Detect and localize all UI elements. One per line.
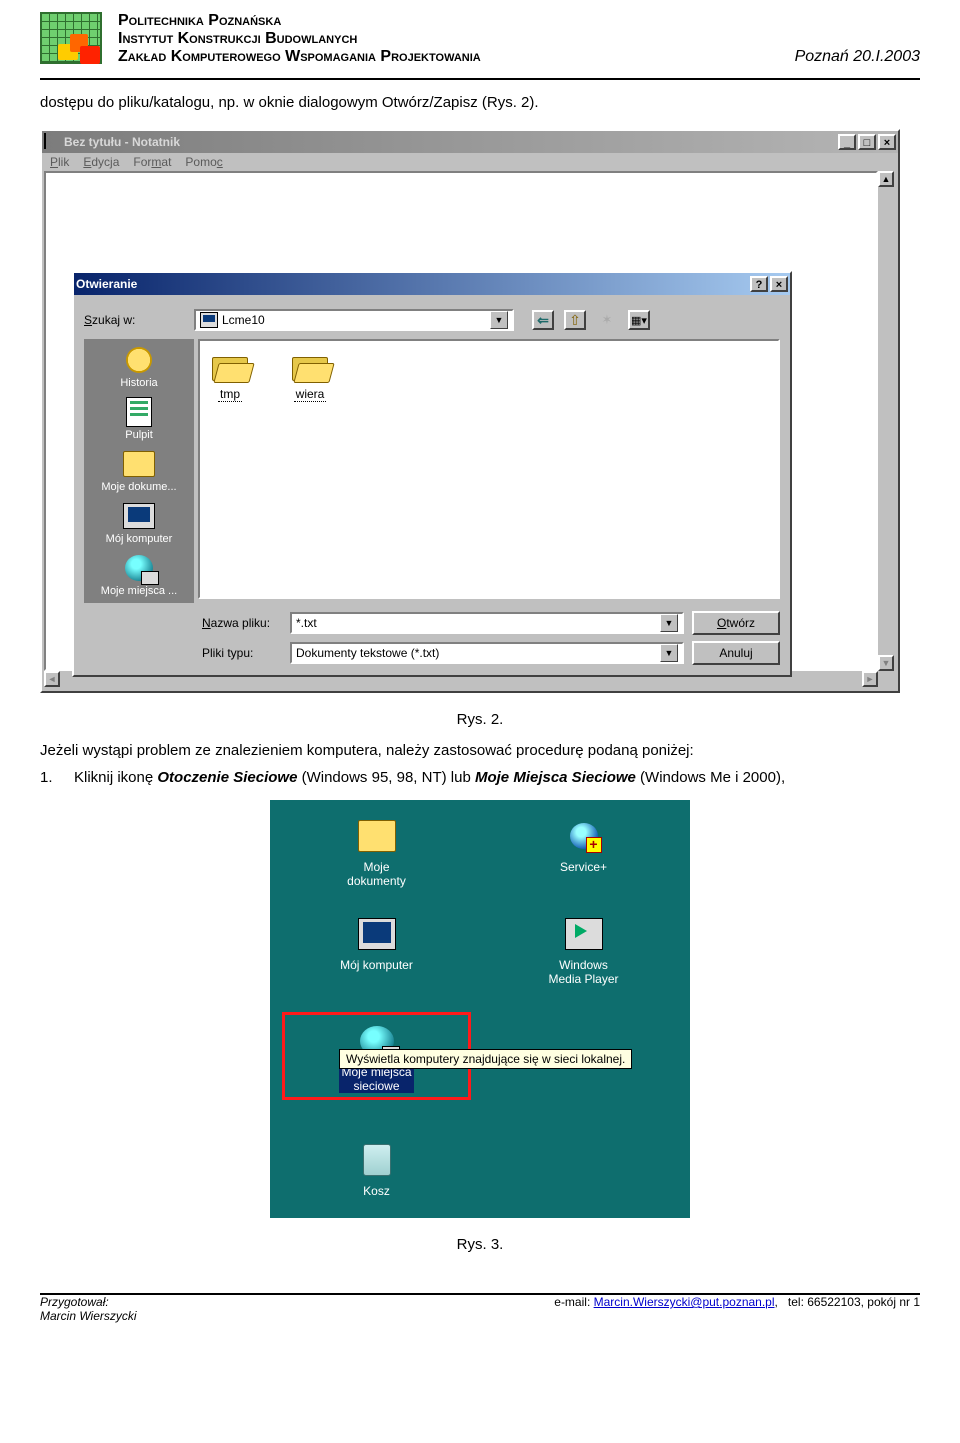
intro-paragraph: dostępu do pliku/katalogu, np. w oknie d… xyxy=(40,94,920,111)
cancel-button[interactable]: Anuluj xyxy=(692,641,780,665)
folder-icon xyxy=(358,820,396,852)
highlight-box: Moje miejsca sieciowe Wyświetla komputer… xyxy=(282,1012,471,1100)
filename-input[interactable]: *.txt ▼ xyxy=(290,612,684,634)
open-file-dialog: Otwieranie ? × Szukaj w: Lcme10 ▼ xyxy=(72,271,792,677)
folder-icon xyxy=(290,351,330,383)
dialog-title: Otwieranie xyxy=(76,277,137,291)
lookin-dropdown[interactable]: Lcme10 ▼ xyxy=(194,309,514,331)
place-desktop[interactable]: Pulpit xyxy=(89,397,189,441)
folder-item[interactable]: wiera xyxy=(290,351,330,401)
menu-format[interactable]: Format xyxy=(133,155,171,169)
place-documents[interactable]: Moje dokume... xyxy=(89,449,189,493)
screenshot-open-dialog: Bez tytułu - Notatnik _ □ × Plik Edycja … xyxy=(40,129,900,693)
maximize-button[interactable]: □ xyxy=(858,134,876,150)
serviceplus-icon xyxy=(570,823,598,849)
history-icon xyxy=(126,347,152,373)
monitor-icon xyxy=(358,918,396,950)
header-line2: Instytut Konstrukcji Budowlanych xyxy=(118,30,920,48)
filetype-dropdown[interactable]: Dokumenty tekstowe (*.txt) ▼ xyxy=(290,642,684,664)
filetype-label: Pliki typu: xyxy=(202,646,282,660)
scroll-left-button[interactable]: ◄ xyxy=(44,671,60,687)
step-number: 1. xyxy=(40,769,74,786)
nav-up-button[interactable]: ⇧ xyxy=(564,310,586,330)
lookin-label: Szukaj w: xyxy=(84,313,184,327)
notepad-menubar: Plik Edycja Format Pomoc xyxy=(42,153,898,171)
dialog-help-button[interactable]: ? xyxy=(750,276,768,292)
vertical-scrollbar[interactable]: ▲ ▼ xyxy=(878,171,896,671)
page-header: Politechnika Poznańska Instytut Konstruk… xyxy=(40,0,920,80)
place-history[interactable]: Historia xyxy=(89,345,189,389)
folder-item[interactable]: tmp xyxy=(210,351,250,401)
open-button[interactable]: Otwórz xyxy=(692,611,780,635)
places-bar: Historia Pulpit Moje dokume... Mój kompu… xyxy=(84,339,194,603)
file-list-pane[interactable]: tmp wiera xyxy=(198,339,780,599)
footer-contact: e-mail: Marcin.Wierszycki@put.poznan.pl,… xyxy=(554,1295,920,1323)
header-line1: Politechnika Poznańska xyxy=(118,12,920,30)
desktop-icon xyxy=(126,397,152,427)
figure-caption-2: Rys. 2. xyxy=(40,711,920,728)
footer-author: Przygotował: Marcin Wierszycki xyxy=(40,1295,137,1323)
menu-help[interactable]: Pomoc xyxy=(185,155,222,169)
header-line3: Zakład Komputerowego Wspomagania Projekt… xyxy=(118,48,481,66)
notepad-app-icon xyxy=(44,134,60,150)
close-button[interactable]: × xyxy=(878,134,896,150)
screenshot-desktop-icons: Moje dokumenty Service+ Mój komputer Win… xyxy=(270,800,690,1218)
figure-caption-3: Rys. 3. xyxy=(40,1236,920,1253)
notepad-titlebar[interactable]: Bez tytułu - Notatnik _ □ × xyxy=(42,131,898,153)
desktop-icon-network-places[interactable]: Moje miejsca sieciowe Wyświetla komputer… xyxy=(288,1012,465,1100)
dropdown-arrow-icon[interactable]: ▼ xyxy=(490,311,508,329)
menu-file[interactable]: Plik xyxy=(50,155,69,169)
computer-icon xyxy=(200,312,218,328)
scroll-down-button[interactable]: ▼ xyxy=(878,655,894,671)
problem-paragraph: Jeżeli wystąpi problem ze znalezieniem k… xyxy=(40,742,920,759)
desktop-icon-serviceplus[interactable]: Service+ xyxy=(495,816,672,888)
header-date: Poznań 20.I.2003 xyxy=(795,48,920,66)
place-network[interactable]: Moje miejsca ... xyxy=(89,553,189,597)
nav-newfolder-button: ✶ xyxy=(596,310,618,330)
desktop-icon-recyclebin[interactable]: Kosz xyxy=(288,1140,465,1198)
recyclebin-icon xyxy=(363,1144,391,1176)
dialog-titlebar[interactable]: Otwieranie ? × xyxy=(74,273,790,295)
dialog-close-button[interactable]: × xyxy=(770,276,788,292)
tooltip: Wyświetla komputery znajdujące się w sie… xyxy=(339,1049,632,1069)
desktop-icon-mediaplayer[interactable]: Windows Media Player xyxy=(495,914,672,986)
dropdown-arrow-icon[interactable]: ▼ xyxy=(660,614,678,632)
scroll-right-button[interactable]: ► xyxy=(862,671,878,687)
scroll-up-button[interactable]: ▲ xyxy=(878,171,894,187)
folder-icon xyxy=(210,351,250,383)
dropdown-arrow-icon[interactable]: ▼ xyxy=(660,644,678,662)
filename-label: Nazwa pliku: xyxy=(202,616,282,630)
place-computer[interactable]: Mój komputer xyxy=(89,501,189,545)
desktop-icon-mycomputer[interactable]: Mój komputer xyxy=(288,914,465,986)
step-text: Kliknij ikonę Otoczenie Sieciowe (Window… xyxy=(74,769,785,786)
lookin-value: Lcme10 xyxy=(222,313,265,327)
computer-icon xyxy=(123,503,155,529)
menu-edit[interactable]: Edycja xyxy=(83,155,119,169)
notepad-title: Bez tytułu - Notatnik xyxy=(64,135,180,149)
nav-back-button[interactable]: ⇐ xyxy=(532,310,554,330)
institution-logo xyxy=(40,12,112,74)
mediaplayer-icon xyxy=(565,918,603,950)
documents-icon xyxy=(123,451,155,477)
email-link[interactable]: Marcin.Wierszycki@put.poznan.pl xyxy=(594,1295,775,1309)
minimize-button[interactable]: _ xyxy=(838,134,856,150)
network-places-icon xyxy=(125,555,153,581)
desktop-icon-documents[interactable]: Moje dokumenty xyxy=(288,816,465,888)
nav-view-button[interactable]: ▦▾ xyxy=(628,310,650,330)
